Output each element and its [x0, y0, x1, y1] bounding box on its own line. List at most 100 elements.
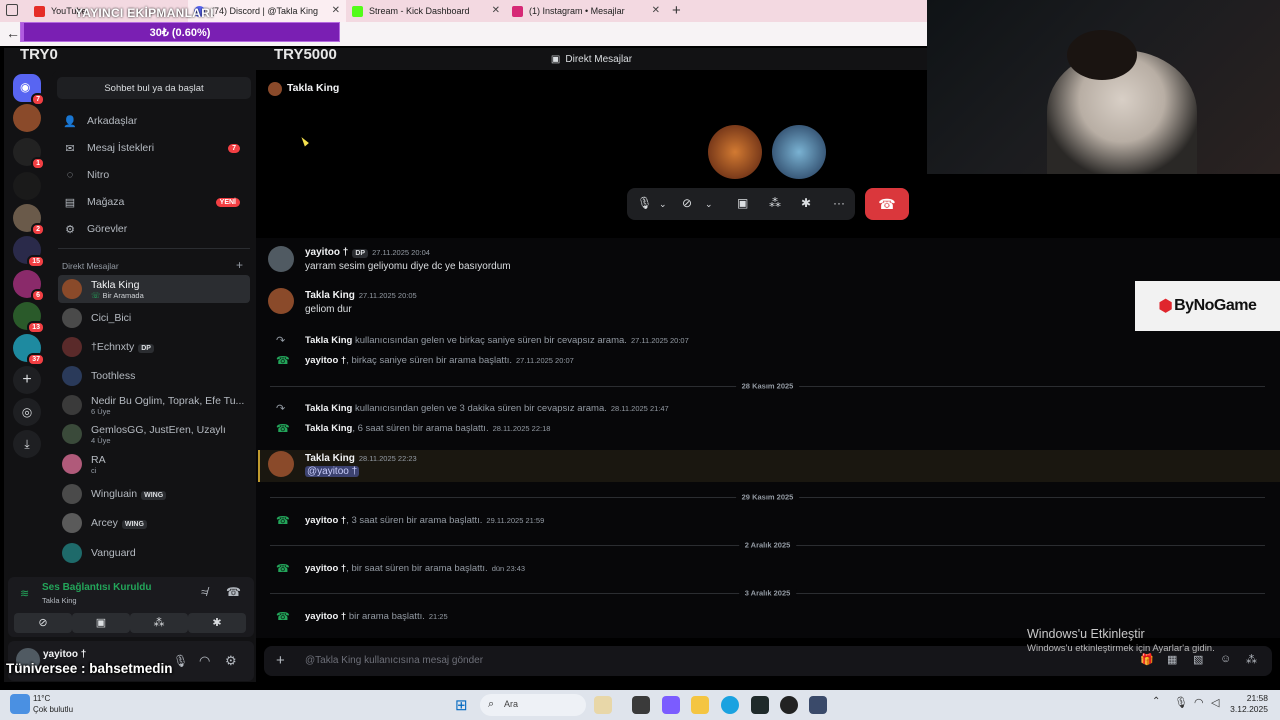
soundboard-icon[interactable]: ✱: [801, 196, 811, 210]
dm-item[interactable]: Takla King ☏ Bir Aramada: [58, 275, 250, 303]
system-user[interactable]: Takla King: [305, 403, 352, 414]
start-icon[interactable]: ⊞: [455, 696, 468, 714]
dm-item[interactable]: GemlosGG, JustEren, Uzaylı 4 Üye: [58, 420, 250, 448]
tab-kick[interactable]: Stream - Kick Dashboard ✕: [346, 0, 506, 22]
chevron-down-icon[interactable]: ⌄: [705, 199, 713, 210]
gift-icon[interactable]: 🎁: [1140, 653, 1154, 666]
system-user[interactable]: yayitoo †: [305, 515, 346, 526]
apps-icon[interactable]: ⁂: [1246, 653, 1257, 666]
close-icon[interactable]: ✕: [332, 5, 340, 16]
activities-button[interactable]: ⁂: [130, 613, 188, 633]
server-avatar[interactable]: 13: [13, 302, 45, 334]
copilot-icon[interactable]: [662, 696, 680, 714]
camera-off-button[interactable]: ⊘: [14, 613, 72, 633]
attach-icon[interactable]: +: [276, 652, 285, 669]
settings-icon[interactable]: ⚙: [225, 653, 237, 669]
nav-message-requests[interactable]: ✉ Mesaj İstekleri 7: [58, 136, 250, 160]
more-icon[interactable]: ···: [833, 196, 845, 210]
microphone-icon[interactable]: 🎙: [637, 196, 652, 210]
server-tag: WING: [121, 520, 147, 529]
message-text: yarram sesim geliyomu diye dc ye basıyor…: [305, 261, 511, 272]
server-avatar[interactable]: 37: [13, 334, 45, 366]
system-user[interactable]: Takla King: [305, 423, 352, 434]
weather-icon[interactable]: [10, 694, 30, 714]
system-message: yayitoo † bir arama başlattı. 21:25: [305, 611, 448, 622]
message-author[interactable]: Takla King: [305, 290, 355, 301]
user-mention[interactable]: @yayitoo †: [305, 466, 360, 477]
app-icon[interactable]: [632, 696, 650, 714]
weather-temp[interactable]: 11°C: [33, 694, 50, 703]
new-tab-button[interactable]: +: [672, 2, 681, 19]
dm-item[interactable]: †Echnxty DP: [58, 333, 250, 361]
wifi-icon[interactable]: ◠: [1194, 696, 1204, 709]
gif-icon[interactable]: ▦: [1167, 653, 1177, 666]
screen-share-icon[interactable]: ▣: [737, 196, 748, 210]
dm-item[interactable]: Toothless: [58, 362, 250, 390]
dm-item[interactable]: RA ci: [58, 450, 250, 478]
sticker-icon[interactable]: ▧: [1193, 653, 1203, 666]
server-avatar[interactable]: 2: [13, 204, 45, 236]
nav-shop[interactable]: ▤ Mağaza YENİ: [58, 190, 250, 214]
dm-item[interactable]: Vanguard: [58, 539, 250, 567]
activities-icon[interactable]: ⁂: [769, 196, 781, 210]
create-dm-button[interactable]: +: [236, 258, 243, 272]
chevron-down-icon[interactable]: ⌄: [659, 199, 667, 210]
soundboard-button[interactable]: ✱: [188, 613, 246, 633]
message-author[interactable]: yayitoo †: [305, 247, 348, 258]
avatar[interactable]: [268, 451, 294, 477]
server-avatar[interactable]: [13, 172, 41, 200]
taskbar-search[interactable]: ⌕ Ara: [480, 694, 586, 716]
add-server-button[interactable]: +: [13, 366, 41, 394]
nav-quests[interactable]: ⚙ Görevler: [58, 217, 250, 241]
nav-friends[interactable]: 👤 Arkadaşlar: [58, 109, 250, 133]
system-user[interactable]: Takla King: [305, 335, 352, 346]
server-avatar[interactable]: 1: [13, 138, 45, 170]
server-avatar[interactable]: 15: [13, 236, 45, 268]
hang-up-button[interactable]: ☎: [865, 188, 909, 220]
avatar[interactable]: [268, 288, 294, 314]
weather-description[interactable]: Çok bulutlu: [33, 705, 73, 714]
download-icon[interactable]: ⤓: [13, 430, 41, 458]
app-icon[interactable]: [594, 696, 612, 714]
dm-item[interactable]: Nedir Bu Oglim, Toprak, Efe Tu... 6 Üye: [58, 391, 250, 419]
clock-date[interactable]: 3.12.2025: [1222, 704, 1268, 714]
discover-icon[interactable]: ◎: [13, 398, 41, 426]
tab-instagram[interactable]: (1) Instagram • Mesajlar ✕: [506, 0, 666, 22]
home-button[interactable]: ◉ 7: [13, 74, 45, 106]
back-icon[interactable]: ←: [6, 25, 20, 41]
call-participant-avatar[interactable]: [772, 125, 826, 179]
file-explorer-icon[interactable]: [691, 696, 709, 714]
nav-nitro[interactable]: ◌ Nitro: [58, 163, 250, 187]
search-conversation-button[interactable]: Sohbet bul ya da başlat: [57, 77, 251, 99]
microphone-icon[interactable]: 🎙: [1174, 696, 1188, 709]
edge-icon[interactable]: [721, 696, 739, 714]
volume-icon[interactable]: ◁: [1211, 696, 1219, 709]
obs-icon[interactable]: [780, 696, 798, 714]
avatar[interactable]: [268, 246, 294, 272]
system-user[interactable]: yayitoo †: [305, 355, 346, 366]
app-icon[interactable]: [809, 696, 827, 714]
dm-item[interactable]: Arcey WING: [58, 509, 250, 537]
server-avatar[interactable]: 6: [13, 270, 45, 302]
terminal-icon[interactable]: [751, 696, 769, 714]
call-participant-avatar[interactable]: [708, 125, 762, 179]
headphones-icon[interactable]: ◠: [199, 653, 210, 669]
message-author[interactable]: Takla King: [305, 453, 355, 464]
close-icon[interactable]: ✕: [652, 5, 660, 16]
dm-item[interactable]: Cici_Bici: [58, 304, 250, 332]
emoji-icon[interactable]: ☺: [1220, 653, 1231, 665]
chevron-up-icon[interactable]: ⌃: [1152, 696, 1160, 707]
dm-item[interactable]: Wingluain WING: [58, 480, 250, 508]
server-avatar[interactable]: [13, 104, 41, 132]
disconnect-icon[interactable]: ☎: [226, 585, 241, 599]
noise-suppression-icon[interactable]: ≉: [201, 585, 208, 599]
message-text: @yayitoo †: [305, 466, 360, 477]
share-screen-button[interactable]: ▣: [72, 613, 130, 633]
system-user[interactable]: yayitoo †: [305, 563, 346, 574]
tab-list-button[interactable]: [6, 4, 18, 16]
camera-off-icon[interactable]: ⊘: [682, 196, 692, 210]
close-icon[interactable]: ✕: [492, 5, 500, 16]
clock-time[interactable]: 21:58: [1234, 693, 1268, 703]
microphone-icon[interactable]: 🎙: [173, 654, 188, 668]
system-user[interactable]: yayitoo †: [305, 611, 346, 622]
